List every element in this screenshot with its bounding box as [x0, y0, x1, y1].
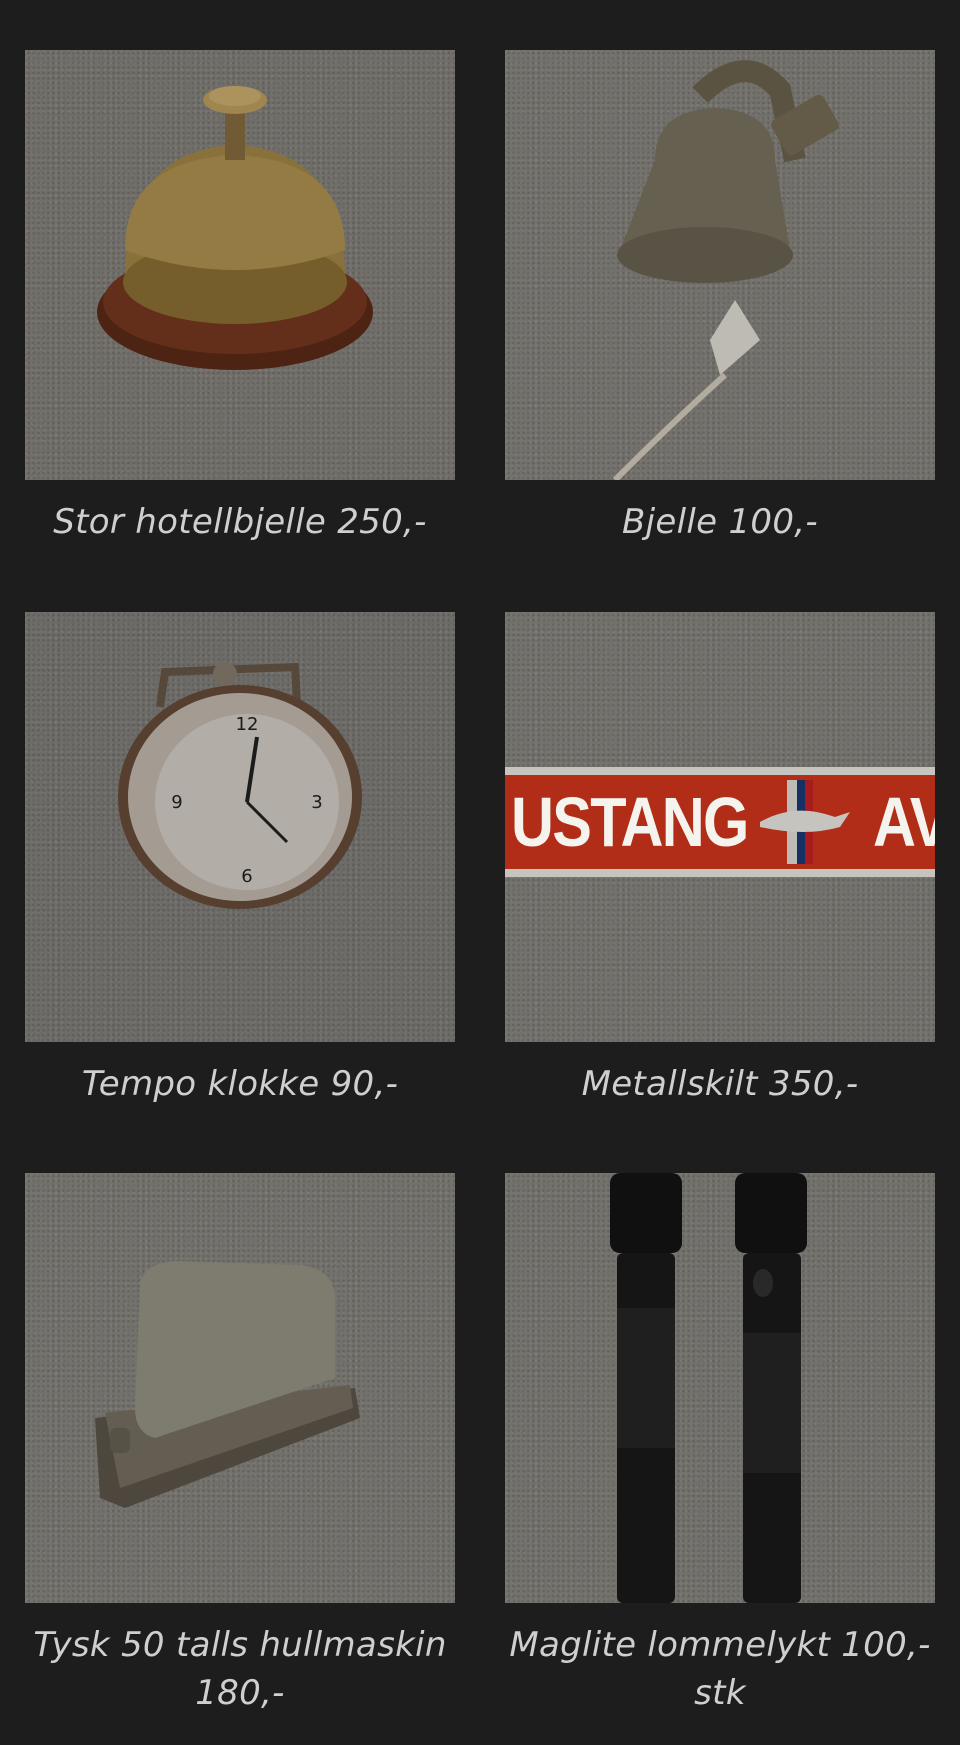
item-caption: Metallskilt 350,-	[581, 1064, 859, 1104]
service-bell-icon	[97, 86, 373, 370]
flashlight-icon	[610, 1173, 807, 1603]
gallery-item[interactable]: Maglite lommelykt 100,- stk	[505, 1173, 935, 1717]
alarm-clock-image[interactable]: 12 3 6 9	[25, 612, 455, 1042]
gallery-item[interactable]: Tysk 50 talls hullmaskin 180,-	[25, 1173, 455, 1717]
metal-sign-image[interactable]: USTANG AV	[505, 612, 935, 1042]
bell-icon	[612, 60, 839, 480]
alarm-clock-icon: 12 3 6 9	[118, 662, 362, 909]
product-gallery: Stor hotellbjelle 250,- Bjelle 100,- 12 …	[0, 0, 960, 1745]
item-caption: Tysk 50 talls hullmaskin 180,-	[33, 1625, 447, 1713]
svg-text:6: 6	[241, 866, 252, 887]
maglite-image[interactable]	[505, 1173, 935, 1603]
gallery-item[interactable]: Stor hotellbjelle 250,-	[25, 50, 455, 546]
gallery-item[interactable]: USTANG AV Metallskilt 350,-	[505, 612, 935, 1108]
hole-punch-icon	[95, 1261, 360, 1508]
service-bell-image[interactable]	[25, 50, 455, 480]
gallery-item[interactable]: 12 3 6 9 Tempo klokke 90,-	[25, 612, 455, 1108]
item-caption: Stor hotellbjelle 250,-	[53, 502, 427, 542]
item-caption: Bjelle 100,-	[622, 502, 818, 542]
sign-text-left: USTANG	[511, 783, 749, 861]
svg-text:12: 12	[236, 714, 259, 735]
svg-text:9: 9	[171, 792, 182, 813]
hole-punch-image[interactable]	[25, 1173, 455, 1603]
sign-text-right: AV	[873, 783, 935, 861]
svg-text:3: 3	[311, 792, 322, 813]
gallery-item[interactable]: Bjelle 100,-	[505, 50, 935, 546]
item-caption: Tempo klokke 90,-	[81, 1064, 399, 1104]
item-caption: Maglite lommelykt 100,- stk	[509, 1625, 931, 1713]
hanging-bell-image[interactable]	[505, 50, 935, 480]
